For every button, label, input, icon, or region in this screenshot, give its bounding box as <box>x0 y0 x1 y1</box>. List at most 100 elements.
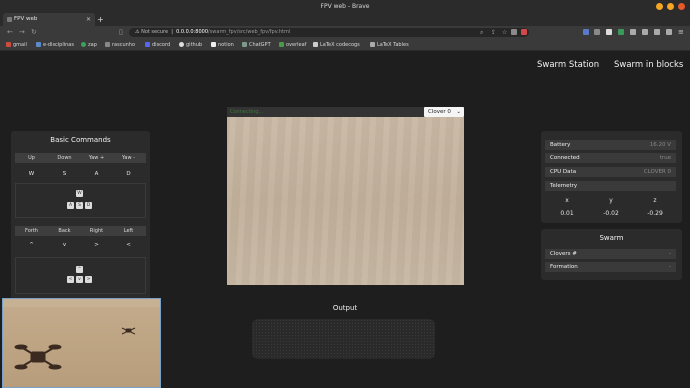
bookmark-zap[interactable]: zap <box>81 39 97 51</box>
arrow-up-icon: ^ <box>29 242 34 248</box>
back-icon[interactable]: ← <box>7 26 13 39</box>
clovers-count-label: Clovers # <box>550 251 577 257</box>
header-forth: Forth <box>25 228 38 234</box>
bookmark-rascunho[interactable]: rascunho <box>105 39 135 51</box>
extensions-puzzle-icon[interactable] <box>642 29 648 35</box>
url-host: 0.0.0.0:8000 <box>176 29 209 35</box>
clover-select[interactable]: Clover 0 ⌄ <box>424 107 464 117</box>
extension-icon[interactable] <box>630 29 636 35</box>
arrow-key-right[interactable]: > <box>85 276 92 283</box>
header-back: Back <box>58 228 71 234</box>
nav-swarm-station[interactable]: Swarm Station <box>537 60 599 70</box>
new-tab-button[interactable]: + <box>97 13 104 26</box>
header-yaw-plus: Yaw + <box>88 155 105 161</box>
address-bar[interactable]: ⚠ Not secure | 0.0.0.0:8000/swarm_fpv/sr… <box>129 28 529 37</box>
wasd-key-w[interactable]: W <box>76 190 83 197</box>
telemetry-y-value: -0.02 <box>603 210 619 217</box>
minimize-button[interactable] <box>656 3 663 10</box>
drone-near-icon <box>14 344 62 370</box>
zoom-icon[interactable]: ⌕ <box>480 26 483 39</box>
latex-tables-icon <box>370 41 375 47</box>
connected-label: Connected <box>550 155 580 161</box>
wasd-key-d[interactable]: D <box>85 202 92 209</box>
connected-value: true <box>659 155 671 161</box>
formation-value: - <box>669 264 671 270</box>
security-label: Not secure <box>141 29 169 35</box>
telemetry-row: Telemetry <box>545 181 676 191</box>
battery-label: Battery <box>550 142 571 148</box>
maximize-button[interactable] <box>667 3 674 10</box>
bookmark-star-icon[interactable]: ☆ <box>502 26 507 39</box>
arrow-key-left[interactable]: < <box>67 276 74 283</box>
extension-icon[interactable] <box>618 29 624 35</box>
axis-y-label: y <box>609 197 613 204</box>
bookmark-e-disciplinas[interactable]: e-disciplinas <box>36 39 74 51</box>
codecogs-icon <box>313 41 318 47</box>
extension-icon[interactable] <box>594 29 600 35</box>
output-title: Output <box>332 304 358 312</box>
browser-tab[interactable]: FPV web ✕ <box>3 13 95 26</box>
key-yaw-minus: D <box>126 171 131 177</box>
bookmark-latex-tables[interactable]: LaTeX Tables <box>370 39 409 51</box>
overleaf-icon <box>279 41 284 47</box>
folder-icon <box>105 41 110 47</box>
arrow-key-down[interactable]: v <box>76 276 83 283</box>
gmail-icon <box>6 41 11 47</box>
clovers-count-row: Clovers # - <box>545 249 676 259</box>
clover-select-value: Clover 0 <box>428 109 451 115</box>
axis-z-label: z <box>653 197 657 204</box>
chevron-down-icon: ⌄ <box>456 109 461 115</box>
brave-shield-icon[interactable] <box>511 29 517 35</box>
bookmark-github[interactable]: github <box>179 39 202 51</box>
bookmark-discord[interactable]: discord <box>145 39 170 51</box>
window-title-bar: FPV web - Brave <box>0 0 690 13</box>
telemetry-x-value: 0.01 <box>560 210 574 217</box>
sidebar-icon[interactable] <box>654 29 660 35</box>
nav-swarm-in-blocks[interactable]: Swarm in blocks <box>614 60 683 70</box>
url-path: /swarm_fpv/src/web_fpv/fpv.html <box>208 29 291 35</box>
tab-title: FPV web <box>14 16 38 22</box>
wasd-key-a[interactable]: A <box>67 202 74 209</box>
fpv-video-feed <box>227 117 464 285</box>
menu-icon[interactable]: ≡ <box>678 26 684 39</box>
key-yaw-plus: A <box>94 171 99 177</box>
formation-row: Formation - <box>545 262 676 272</box>
cpu-row: CPU Data CLOVER 0 <box>545 167 676 177</box>
clovers-count-value: - <box>669 251 671 257</box>
wasd-key-box <box>15 183 146 218</box>
header-left: Left <box>123 228 134 234</box>
connection-status: Connecting... <box>230 109 264 115</box>
bookmark-notion[interactable]: notion <box>211 39 234 51</box>
bookmark-latex-codecogs[interactable]: LaTeX codecogs <box>313 39 360 51</box>
wasd-key-s[interactable]: S <box>76 202 83 209</box>
brave-rewards-icon[interactable] <box>521 29 527 35</box>
extension-icon[interactable] <box>583 29 589 35</box>
telemetry-label: Telemetry <box>550 183 578 189</box>
cpu-value: CLOVER 0 <box>643 169 671 175</box>
key-up: W <box>28 171 35 177</box>
telemetry-z-value: -0.29 <box>647 210 663 217</box>
arrow-key-up[interactable]: ^ <box>76 266 83 273</box>
bookmark-page-icon[interactable]: ▯ <box>119 26 123 39</box>
arrow-left-icon: < <box>126 242 131 248</box>
header-down: Down <box>57 155 72 161</box>
share-icon[interactable]: ⇪ <box>491 26 496 39</box>
output-console <box>252 319 435 359</box>
bookmark-chatgpt[interactable]: ChatGPT <box>242 39 271 51</box>
key-down: S <box>62 171 67 177</box>
basic-commands-title: Basic Commands <box>50 136 111 144</box>
bookmark-overleaf[interactable]: overleaf <box>279 39 306 51</box>
forward-icon[interactable]: → <box>19 26 25 39</box>
extension-icon[interactable] <box>606 29 612 35</box>
arrow-right-icon: > <box>94 242 99 248</box>
close-window-button[interactable] <box>678 3 685 10</box>
connected-row: Connected true <box>545 153 676 163</box>
discord-icon <box>145 41 150 47</box>
simulation-scene <box>3 299 160 370</box>
wallet-icon[interactable] <box>666 29 672 35</box>
formation-label: Formation <box>550 264 578 270</box>
close-tab-icon[interactable]: ✕ <box>86 13 91 26</box>
bookmark-gmail[interactable]: gmail <box>6 39 27 51</box>
github-icon <box>179 41 184 47</box>
reload-icon[interactable]: ↻ <box>31 26 37 39</box>
